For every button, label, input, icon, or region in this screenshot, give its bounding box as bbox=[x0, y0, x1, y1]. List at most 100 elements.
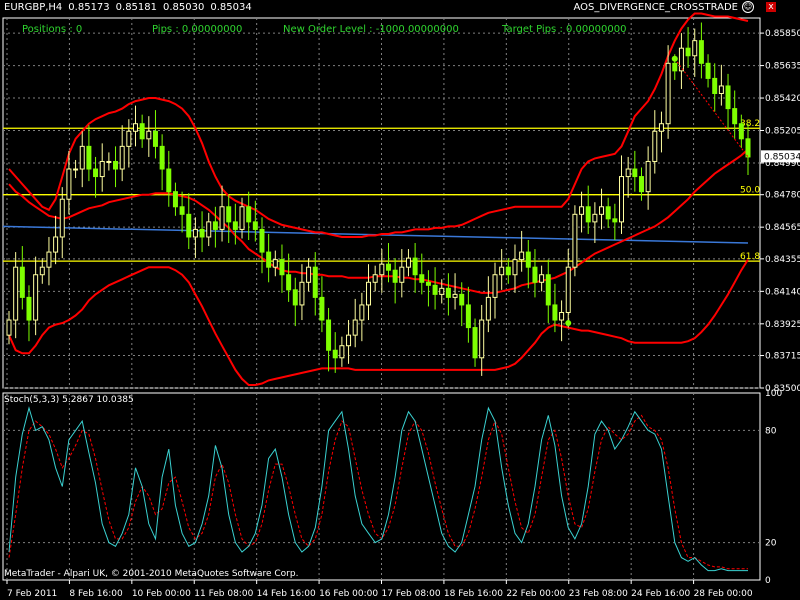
candle-body bbox=[452, 293, 458, 298]
x-tick-label: 23 Feb 08:00 bbox=[569, 589, 628, 599]
candle-body bbox=[625, 168, 631, 178]
candle-body bbox=[612, 218, 618, 223]
candle-body bbox=[638, 176, 644, 193]
current-price-label: 0.85034 bbox=[764, 152, 800, 162]
candle-body bbox=[379, 263, 385, 276]
candle-body bbox=[199, 228, 205, 238]
candle-body bbox=[159, 145, 165, 170]
y-tick-label: 0.84355 bbox=[765, 255, 800, 265]
candle-body bbox=[312, 266, 318, 298]
candle-body bbox=[59, 198, 65, 238]
candle-body bbox=[505, 266, 511, 276]
candle-body bbox=[445, 287, 451, 298]
signal-marker bbox=[671, 55, 678, 62]
candle-body bbox=[366, 281, 372, 306]
candle-body bbox=[319, 296, 325, 321]
candle-body bbox=[545, 274, 551, 306]
candle-body bbox=[599, 206, 605, 215]
y-tick-label: 0.84780 bbox=[765, 191, 800, 201]
candle-body bbox=[132, 123, 138, 132]
candle-body bbox=[359, 304, 365, 321]
candle-body bbox=[658, 123, 664, 132]
y-tick-label: 0.83925 bbox=[765, 320, 800, 330]
high-price: 0.85181 bbox=[115, 2, 158, 13]
candle-body bbox=[152, 130, 158, 147]
target-pips-status: Target Pips : 0.00000000 bbox=[502, 24, 627, 35]
candle-body bbox=[179, 206, 185, 215]
x-tick-label: 7 Feb 2011 bbox=[7, 589, 57, 599]
upper-band-line bbox=[8, 12, 749, 238]
candle-body bbox=[605, 206, 611, 220]
smiley-icon[interactable]: ☺ bbox=[742, 1, 754, 13]
stoch-tick-label: 80 bbox=[765, 426, 777, 436]
lower-band-line bbox=[8, 259, 749, 386]
candle-body bbox=[485, 296, 491, 321]
candle-body bbox=[652, 130, 658, 162]
expert-advisor-name: AOS_DIVERGENCE_CROSSTRADE bbox=[573, 2, 739, 13]
candle-body bbox=[399, 266, 405, 283]
candle-body bbox=[246, 206, 252, 223]
candle-body bbox=[732, 108, 738, 125]
candle-body bbox=[272, 259, 278, 268]
stoch-signal-line bbox=[8, 414, 748, 570]
fibo-level-label: 50.0 bbox=[740, 186, 760, 196]
candle-body bbox=[46, 251, 52, 268]
candle-body bbox=[565, 266, 571, 313]
candle-body bbox=[619, 176, 625, 223]
y-tick-label: 0.84140 bbox=[765, 287, 800, 297]
candle-body bbox=[372, 274, 378, 283]
candle-body bbox=[405, 257, 411, 268]
candle-body bbox=[53, 236, 59, 253]
y-tick-label: 0.83715 bbox=[765, 352, 800, 362]
candle-body bbox=[532, 266, 538, 283]
candle-body bbox=[186, 213, 192, 238]
stoch-tick-label: 100 bbox=[765, 389, 782, 399]
candle-body bbox=[385, 263, 391, 271]
low-price: 0.85030 bbox=[163, 2, 205, 13]
candle-body bbox=[99, 160, 105, 178]
candle-body bbox=[432, 284, 438, 295]
candle-body bbox=[519, 251, 525, 261]
candle-body bbox=[692, 40, 698, 57]
stoch-pane-frame bbox=[2, 392, 761, 581]
candle-body bbox=[419, 274, 425, 283]
stoch-main-line bbox=[8, 406, 748, 572]
candle-body bbox=[339, 345, 345, 359]
candle-body bbox=[525, 251, 531, 268]
candle-body bbox=[113, 160, 119, 170]
candle-body bbox=[126, 130, 132, 147]
candle-body bbox=[346, 334, 352, 347]
candle-body bbox=[472, 327, 478, 359]
candle-body bbox=[226, 206, 232, 223]
x-tick-label: 10 Feb 00:00 bbox=[132, 589, 191, 599]
candle-body bbox=[86, 145, 92, 170]
candle-body bbox=[745, 138, 751, 158]
candle-body bbox=[392, 269, 398, 283]
candle-body bbox=[499, 266, 505, 276]
candle-body bbox=[665, 62, 671, 125]
close-icon[interactable]: x bbox=[766, 2, 776, 12]
candle-body bbox=[352, 319, 358, 336]
candle-body bbox=[66, 168, 72, 200]
candle-body bbox=[39, 266, 45, 276]
candle-body bbox=[492, 274, 498, 298]
x-tick-label: 16 Feb 00:00 bbox=[319, 589, 378, 599]
x-tick-label: 14 Feb 16:00 bbox=[257, 589, 316, 599]
pips-status: Pips : 0.00000000 bbox=[152, 24, 243, 35]
signal-marker bbox=[565, 320, 572, 327]
candle-body bbox=[632, 168, 638, 178]
candle-body bbox=[326, 319, 332, 351]
stochastic-label: Stoch(5,3,3) 5.2867 10.0385 bbox=[4, 395, 134, 405]
candle-body bbox=[698, 40, 704, 64]
candle-body bbox=[106, 160, 112, 163]
candle-body bbox=[645, 160, 651, 193]
symbol-label: EURGBP,H4 bbox=[4, 2, 63, 13]
candle-body bbox=[172, 191, 178, 208]
x-tick-label: 28 Feb 00:00 bbox=[694, 589, 753, 599]
candle-body bbox=[6, 319, 12, 336]
y-tick-label: 0.85850 bbox=[765, 29, 800, 39]
candle-body bbox=[299, 281, 305, 306]
candle-body bbox=[219, 206, 225, 230]
candle-body bbox=[705, 62, 711, 79]
candle-body bbox=[73, 168, 79, 171]
